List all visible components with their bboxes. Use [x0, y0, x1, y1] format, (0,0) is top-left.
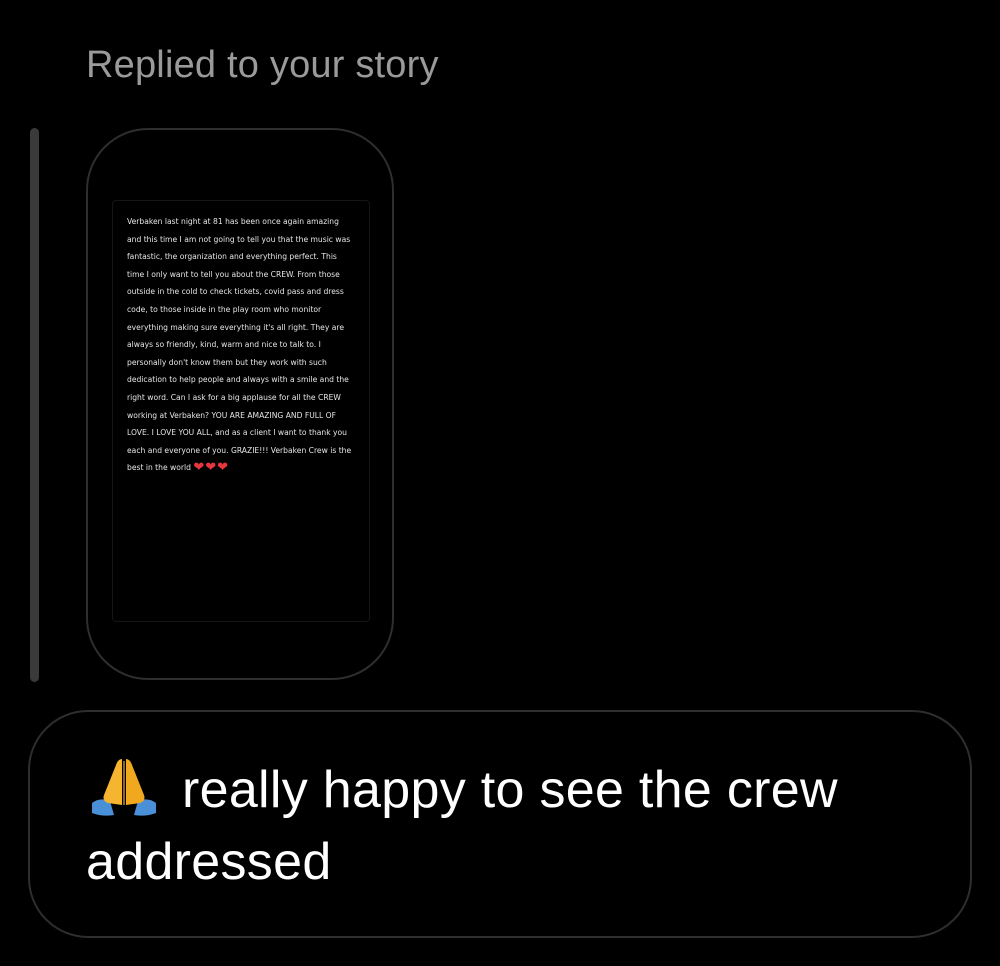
story-reply-indicator-bar [30, 128, 39, 682]
message-text: really happy to see the crew addressed [86, 761, 838, 891]
replied-to-story-label: Replied to your story [86, 44, 439, 86]
message-text-line: really happy to see the crew addressed [86, 754, 920, 898]
message-bubble[interactable]: really happy to see the crew addressed [28, 710, 972, 938]
folded-hands-icon [86, 755, 162, 819]
story-preview-thumbnail[interactable]: Verbaken last night at 81 has been once … [86, 128, 394, 680]
story-text-paragraph: Verbaken last night at 81 has been once … [127, 213, 355, 477]
story-text-content: Verbaken last night at 81 has been once … [112, 200, 370, 622]
heart-emoji-icon: ❤❤❤ [193, 460, 230, 476]
story-text-body: Verbaken last night at 81 has been once … [127, 217, 352, 473]
